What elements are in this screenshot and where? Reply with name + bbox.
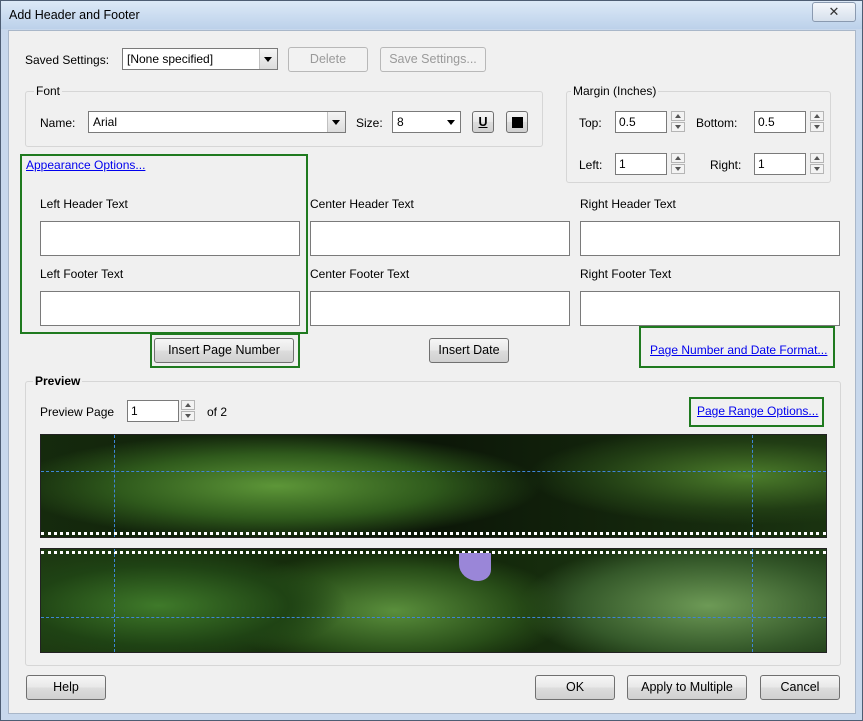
margin-guide [114, 549, 115, 652]
page-range-options-link[interactable]: Page Range Options... [697, 404, 818, 418]
flower-petal [459, 553, 491, 581]
font-size-label: Size: [356, 116, 383, 130]
font-size-dropdown[interactable]: 8 [392, 111, 461, 133]
insert-date-button[interactable]: Insert Date [429, 338, 509, 363]
margin-guide [114, 435, 115, 537]
font-group-label: Font [34, 84, 63, 98]
margin-right-spinner[interactable] [810, 153, 824, 175]
ok-button[interactable]: OK [535, 675, 615, 700]
preview-group-label: Preview [33, 374, 83, 388]
spin-up-icon[interactable] [181, 400, 195, 410]
chevron-down-icon [443, 112, 460, 132]
margin-top-input[interactable]: 0.5 [615, 111, 667, 133]
center-footer-input[interactable] [310, 291, 570, 326]
center-header-input[interactable] [310, 221, 570, 256]
right-header-label: Right Header Text [580, 197, 676, 211]
margin-top-value: 0.5 [619, 115, 636, 129]
left-footer-label: Left Footer Text [40, 267, 124, 281]
margin-bottom-input[interactable]: 0.5 [754, 111, 806, 133]
dialog-window: Add Header and Footer ✕ Saved Settings: … [0, 0, 863, 721]
page-count-text: of 2 [207, 405, 228, 419]
cancel-button[interactable]: Cancel [760, 675, 840, 700]
spin-down-icon[interactable] [810, 164, 824, 174]
left-header-input[interactable] [40, 221, 300, 256]
margin-guide [41, 617, 826, 618]
margin-left-spinner[interactable] [671, 153, 685, 175]
margin-left-input[interactable]: 1 [615, 153, 667, 175]
saved-settings-dropdown[interactable]: [None specified] [122, 48, 278, 70]
margin-bottom-value: 0.5 [758, 115, 775, 129]
left-footer-input[interactable] [40, 291, 300, 326]
window-title: Add Header and Footer [9, 8, 140, 22]
page-number-date-format-link[interactable]: Page Number and Date Format... [650, 343, 827, 357]
right-footer-label: Right Footer Text [580, 267, 672, 281]
margin-guide [752, 549, 753, 652]
close-icon: ✕ [828, 4, 840, 19]
insert-page-number-button[interactable]: Insert Page Number [154, 338, 294, 363]
preview-page-label: Preview Page [40, 405, 115, 419]
center-footer-label: Center Footer Text [310, 267, 410, 281]
font-name-value: Arial [93, 115, 118, 129]
spin-down-icon[interactable] [671, 122, 685, 132]
spin-down-icon[interactable] [810, 122, 824, 132]
close-button[interactable]: ✕ [812, 2, 856, 22]
margin-guide [752, 435, 753, 537]
chevron-down-icon [327, 112, 345, 132]
spin-up-icon[interactable] [671, 153, 685, 163]
left-header-label: Left Header Text [40, 197, 128, 211]
title-bar: Add Header and Footer ✕ [1, 1, 862, 29]
font-name-dropdown[interactable]: Arial [88, 111, 346, 133]
margin-group-label: Margin (Inches) [571, 84, 659, 98]
spin-down-icon[interactable] [181, 411, 195, 421]
margin-right-value: 1 [758, 157, 765, 171]
underline-icon: U [478, 115, 488, 129]
font-color-button[interactable] [506, 111, 528, 133]
delete-button[interactable]: Delete [288, 47, 368, 72]
apply-to-multiple-button[interactable]: Apply to Multiple [627, 675, 747, 700]
margin-right-input[interactable]: 1 [754, 153, 806, 175]
spin-up-icon[interactable] [671, 111, 685, 121]
preview-page-value: 1 [131, 404, 138, 418]
spin-up-icon[interactable] [810, 153, 824, 163]
chevron-down-icon [259, 49, 277, 69]
preview-header-image [40, 434, 827, 538]
saved-settings-label: Saved Settings: [25, 53, 110, 67]
margin-guide [41, 471, 826, 472]
color-swatch-icon [512, 117, 523, 128]
margin-top-spinner[interactable] [671, 111, 685, 133]
font-name-label: Name: [40, 116, 76, 130]
margin-left-label: Left: [579, 158, 603, 172]
margin-left-value: 1 [619, 157, 626, 171]
margin-bottom-spinner[interactable] [810, 111, 824, 133]
right-header-input[interactable] [580, 221, 840, 256]
preview-page-input[interactable]: 1 [127, 400, 179, 422]
spin-up-icon[interactable] [810, 111, 824, 121]
font-size-value: 8 [397, 115, 404, 129]
preview-page-spinner[interactable] [181, 400, 195, 422]
page-break-edge [41, 551, 826, 554]
underline-button[interactable]: U [472, 111, 494, 133]
save-settings-button[interactable]: Save Settings... [380, 47, 486, 72]
spin-down-icon[interactable] [671, 164, 685, 174]
right-footer-input[interactable] [580, 291, 840, 326]
page-break-edge [41, 532, 826, 535]
help-button[interactable]: Help [26, 675, 106, 700]
margin-right-label: Right: [710, 158, 742, 172]
dialog-body: Saved Settings: [None specified] Delete … [8, 30, 856, 714]
center-header-label: Center Header Text [310, 197, 414, 211]
saved-settings-value: [None specified] [127, 52, 214, 66]
margin-bottom-label: Bottom: [696, 116, 738, 130]
preview-footer-image [40, 548, 827, 653]
margin-top-label: Top: [579, 116, 602, 130]
